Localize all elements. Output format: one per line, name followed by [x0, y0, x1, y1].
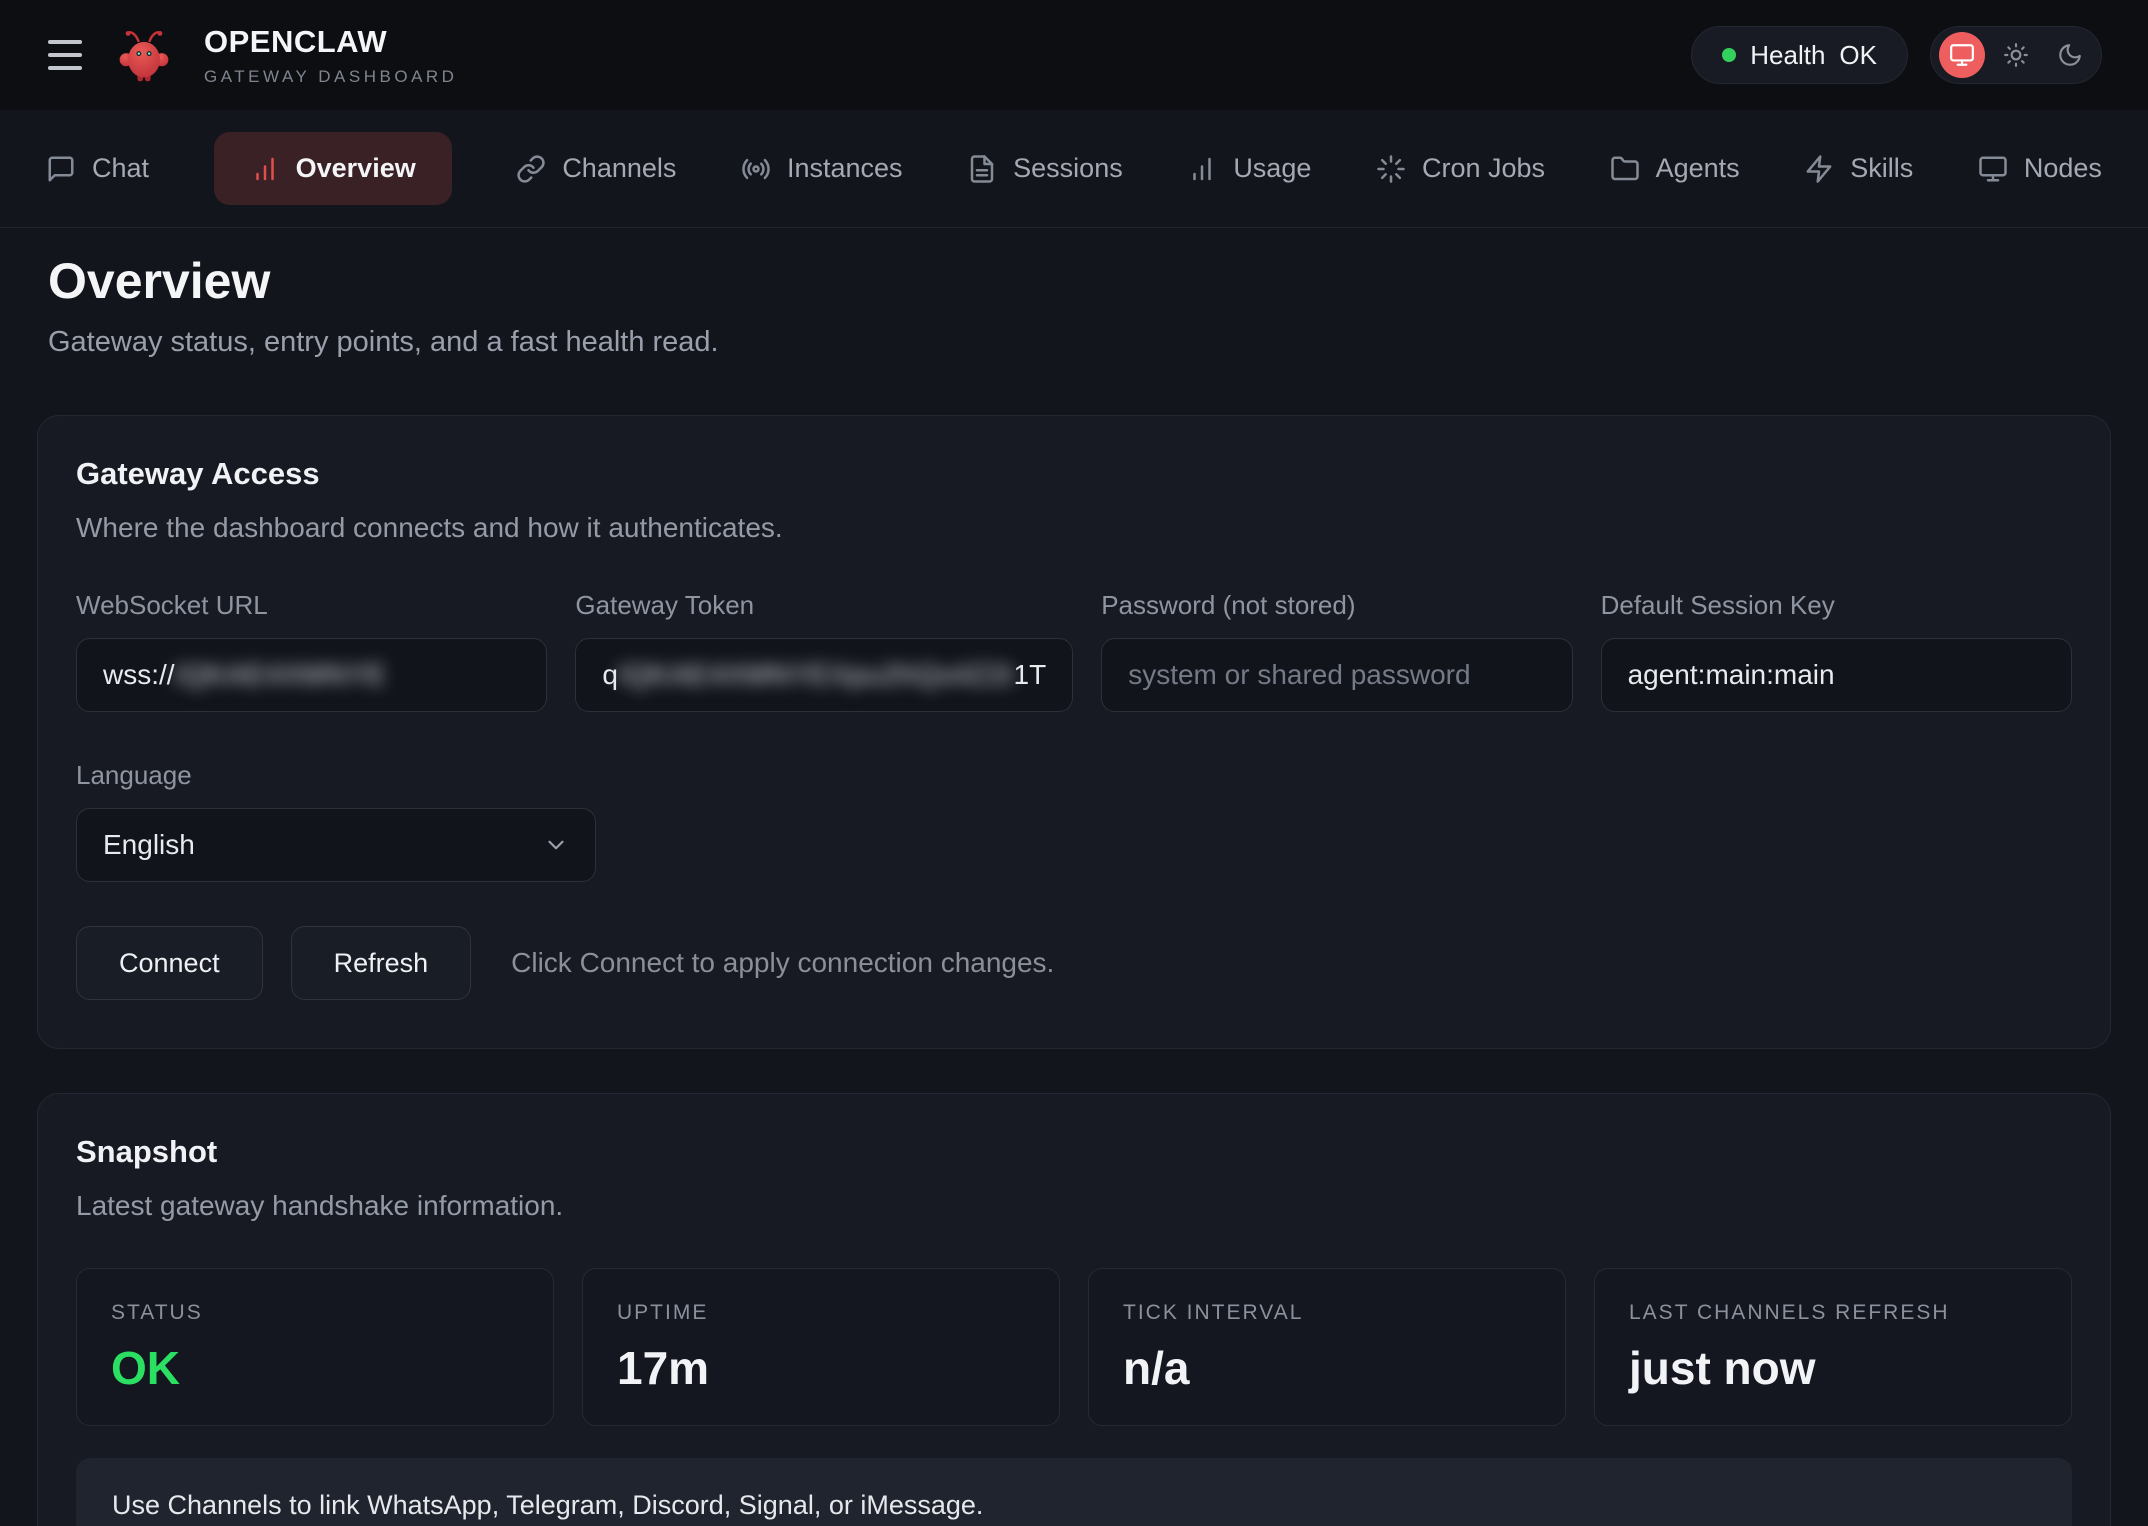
folder-icon [1610, 154, 1640, 184]
chat-icon [46, 154, 76, 184]
connect-button[interactable]: Connect [76, 926, 263, 1000]
sun-icon [2003, 42, 2029, 68]
loader-icon [1376, 154, 1406, 184]
main-content: Overview Gateway status, entry points, a… [0, 252, 2148, 1526]
channels-note-text: Use Channels to link WhatsApp, Telegram,… [112, 1490, 983, 1520]
nav-item-overview[interactable]: Overview [214, 132, 452, 205]
zap-icon [1804, 154, 1834, 184]
health-status-badge: Health OK [1691, 26, 1908, 84]
monitor-icon [1949, 42, 1975, 68]
gateway-token-field-block: Gateway Token q IQKAE4XMNYEXpu2hQs4Z2t 1… [575, 590, 1073, 712]
websocket-url-field-block: WebSocket URL wss:// IQKAE4XMNYE [76, 590, 547, 712]
moon-icon [2057, 42, 2083, 68]
theme-light-button[interactable] [1993, 32, 2039, 78]
websocket-url-input[interactable]: wss:// IQKAE4XMNYE [76, 638, 547, 712]
stat-label: TICK INTERVAL [1123, 1301, 1531, 1325]
brand-block: OPENCLAW GATEWAY DASHBOARD [204, 24, 457, 87]
refresh-button[interactable]: Refresh [291, 926, 472, 1000]
nav-item-chat[interactable]: Chat [46, 153, 149, 184]
gateway-token-prefix: q [602, 659, 618, 691]
websocket-url-redacted: IQKAE4XMNYE [175, 659, 387, 691]
language-select[interactable]: English [76, 808, 596, 882]
stat-card-uptime: UPTIME 17m [582, 1268, 1060, 1426]
nav-item-instances[interactable]: Instances [741, 153, 903, 184]
connect-hint: Click Connect to apply connection change… [511, 947, 1054, 979]
snapshot-subtitle: Latest gateway handshake information. [76, 1190, 2072, 1222]
nav-item-sessions[interactable]: Sessions [967, 153, 1123, 184]
health-value: OK [1839, 40, 1877, 71]
nav-item-usage[interactable]: Usage [1187, 153, 1311, 184]
session-key-input[interactable] [1601, 638, 2072, 712]
snapshot-card: Snapshot Latest gateway handshake inform… [37, 1093, 2111, 1526]
session-key-label: Default Session Key [1601, 590, 2072, 621]
stat-card-last-channels-refresh: LAST CHANNELS REFRESH just now [1594, 1268, 2072, 1426]
stat-card-status: STATUS OK [76, 1268, 554, 1426]
nav-item-label: Chat [92, 153, 149, 184]
nav-item-label: Skills [1850, 153, 1913, 184]
nav-item-agents[interactable]: Agents [1610, 153, 1740, 184]
websocket-url-label: WebSocket URL [76, 590, 547, 621]
stat-value: OK [111, 1341, 519, 1395]
stat-card-tick-interval: TICK INTERVAL n/a [1088, 1268, 1566, 1426]
health-dot-icon [1722, 48, 1736, 62]
snapshot-title: Snapshot [76, 1134, 2072, 1170]
gateway-access-title: Gateway Access [76, 456, 2072, 492]
nav-item-label: Cron Jobs [1422, 153, 1545, 184]
websocket-url-prefix: wss:// [103, 659, 175, 691]
nav-item-channels[interactable]: Channels [516, 153, 676, 184]
nav-item-label: Instances [787, 153, 903, 184]
language-block: Language English [76, 760, 2072, 882]
nav-item-nodes[interactable]: Nodes [1978, 153, 2102, 184]
stat-label: LAST CHANNELS REFRESH [1629, 1301, 2037, 1325]
channels-note: Use Channels to link WhatsApp, Telegram,… [76, 1458, 2072, 1526]
password-field-block: Password (not stored) [1101, 590, 1572, 712]
health-label: Health [1750, 40, 1825, 71]
topbar: OPENCLAW GATEWAY DASHBOARD Health OK [0, 0, 2148, 110]
theme-toggle [1930, 26, 2102, 84]
nav-item-label: Channels [562, 153, 676, 184]
stat-label: STATUS [111, 1301, 519, 1325]
file-text-icon [967, 154, 997, 184]
password-label: Password (not stored) [1101, 590, 1572, 621]
gateway-access-subtitle: Where the dashboard connects and how it … [76, 512, 2072, 544]
gateway-token-suffix: 1T [1014, 659, 1047, 691]
radio-icon [741, 154, 771, 184]
menu-button[interactable] [46, 34, 84, 76]
stat-value: n/a [1123, 1341, 1531, 1395]
brand-subtitle: GATEWAY DASHBOARD [204, 67, 457, 87]
nav-item-label: Sessions [1013, 153, 1123, 184]
nav-item-label: Agents [1656, 153, 1740, 184]
language-label: Language [76, 760, 2072, 791]
nav-item-label: Overview [296, 153, 416, 184]
nav-item-label: Usage [1233, 153, 1311, 184]
brand-name: OPENCLAW [204, 24, 457, 60]
monitor-icon [1978, 154, 2008, 184]
main-nav: Chat Overview Channels Instances Session… [0, 110, 2148, 228]
gateway-access-card: Gateway Access Where the dashboard conne… [37, 415, 2111, 1049]
nav-item-skills[interactable]: Skills [1804, 153, 1913, 184]
nav-item-label: Nodes [2024, 153, 2102, 184]
password-input[interactable] [1101, 638, 1572, 712]
theme-system-button[interactable] [1939, 32, 1985, 78]
theme-dark-button[interactable] [2047, 32, 2093, 78]
page-subtitle: Gateway status, entry points, and a fast… [48, 326, 2111, 359]
link-icon [516, 154, 546, 184]
bar-chart-icon [250, 154, 280, 184]
gateway-token-redacted: IQKAE4XMNYEXpu2hQs4Z2t [618, 659, 1014, 691]
session-key-field-block: Default Session Key [1601, 590, 2072, 712]
stat-label: UPTIME [617, 1301, 1025, 1325]
stat-value: just now [1629, 1341, 2037, 1395]
chevron-down-icon [543, 832, 569, 858]
gateway-token-label: Gateway Token [575, 590, 1073, 621]
nav-item-cron-jobs[interactable]: Cron Jobs [1376, 153, 1545, 184]
stat-value: 17m [617, 1341, 1025, 1395]
gateway-token-input[interactable]: q IQKAE4XMNYEXpu2hQs4Z2t 1T [575, 638, 1073, 712]
language-selected-value: English [103, 829, 195, 861]
openclaw-mascot-logo [114, 25, 174, 85]
bar-chart-icon [1187, 154, 1217, 184]
page-title: Overview [48, 252, 2111, 310]
